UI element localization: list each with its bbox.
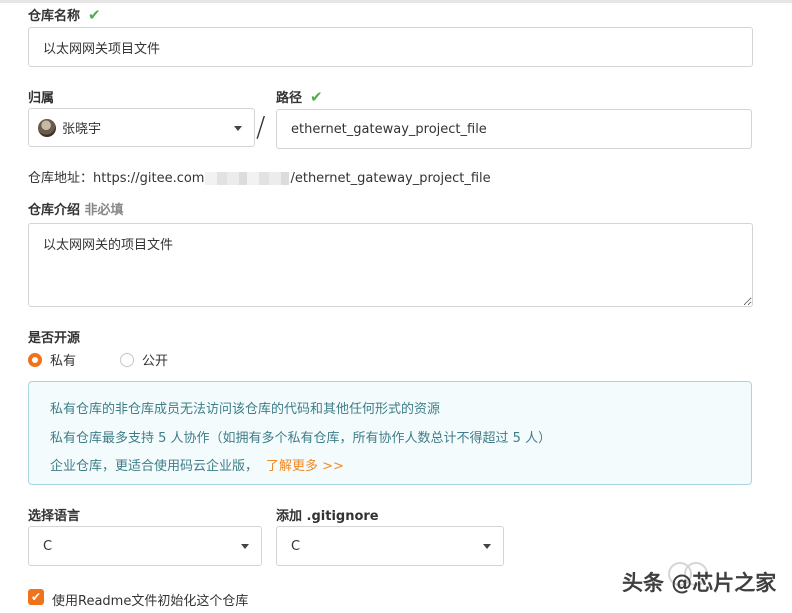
gitignore-select[interactable]: C [276, 526, 504, 566]
check-icon: ✔ [88, 6, 101, 24]
optional-tag: 非必填 [84, 203, 124, 218]
repo-name-value: 以太网网关项目文件 [43, 41, 161, 57]
readme-checkbox-label[interactable]: 使用Readme文件初始化这个仓库 [52, 590, 248, 609]
path-input[interactable]: ethernet_gateway_project_file [276, 109, 752, 149]
readme-checkbox[interactable]: ✔ [28, 589, 44, 605]
visibility-label: 是否开源 [28, 331, 81, 346]
language-value: C [43, 538, 53, 554]
caret-down-icon [234, 125, 242, 131]
blurred-username [205, 172, 290, 185]
owner-select[interactable]: 张晓宇 [28, 108, 255, 147]
notice-line: 私有仓库最多支持 5 人协作（如拥有多个私有仓库，所有协作人数总计不得超过 5 … [50, 431, 552, 446]
gitignore-label: 添加 .gitignore [276, 509, 379, 524]
caret-down-icon [241, 544, 249, 549]
radio-public-label: 公开 [142, 354, 169, 369]
radio-unselected-icon[interactable] [120, 352, 134, 367]
intro-label: 仓库介绍 非必填 [28, 203, 124, 218]
learn-more-link[interactable]: 了解更多 >> [266, 459, 344, 474]
path-separator: / [256, 110, 266, 143]
caret-down-icon [483, 544, 491, 549]
path-value: ethernet_gateway_project_file [291, 121, 487, 137]
radio-public[interactable]: 公开 [120, 350, 168, 369]
repo-address: 仓库地址：https://gitee.com/ethernet_gateway_… [28, 167, 491, 186]
watermark-text: 头条 @芯片之家 [622, 571, 777, 595]
language-label: 选择语言 [28, 509, 81, 524]
repo-address-prefix: https://gitee.com [93, 171, 205, 186]
radio-selected-icon[interactable] [28, 352, 42, 367]
notice-line: 私有仓库的非仓库成员无法访问该仓库的代码和其他任何形式的资源 [50, 402, 441, 417]
repo-name-label: 仓库名称 ✔ [28, 6, 101, 24]
language-select[interactable]: C [28, 526, 262, 566]
path-label: 路径 ✔ [276, 88, 323, 106]
owner-value: 张晓宇 [62, 122, 102, 137]
gitignore-value: C [291, 538, 301, 554]
notice-line: 企业仓库，更适合使用码云企业版， 了解更多 >> [50, 459, 344, 474]
radio-private-label: 私有 [50, 354, 77, 369]
repo-address-suffix: /ethernet_gateway_project_file [290, 171, 491, 186]
intro-textarea[interactable]: 以太网网关的项目文件 [28, 223, 753, 307]
check-icon: ✔ [310, 88, 323, 106]
owner-label: 归属 [28, 91, 55, 106]
radio-private[interactable]: 私有 [28, 350, 76, 369]
repo-address-label: 仓库地址： [28, 171, 94, 186]
avatar [38, 118, 56, 137]
top-divider [0, 0, 792, 3]
repo-name-input[interactable]: 以太网网关项目文件 [28, 27, 753, 67]
private-repo-notice: 私有仓库的非仓库成员无法访问该仓库的代码和其他任何形式的资源 私有仓库最多支持 … [28, 381, 752, 485]
